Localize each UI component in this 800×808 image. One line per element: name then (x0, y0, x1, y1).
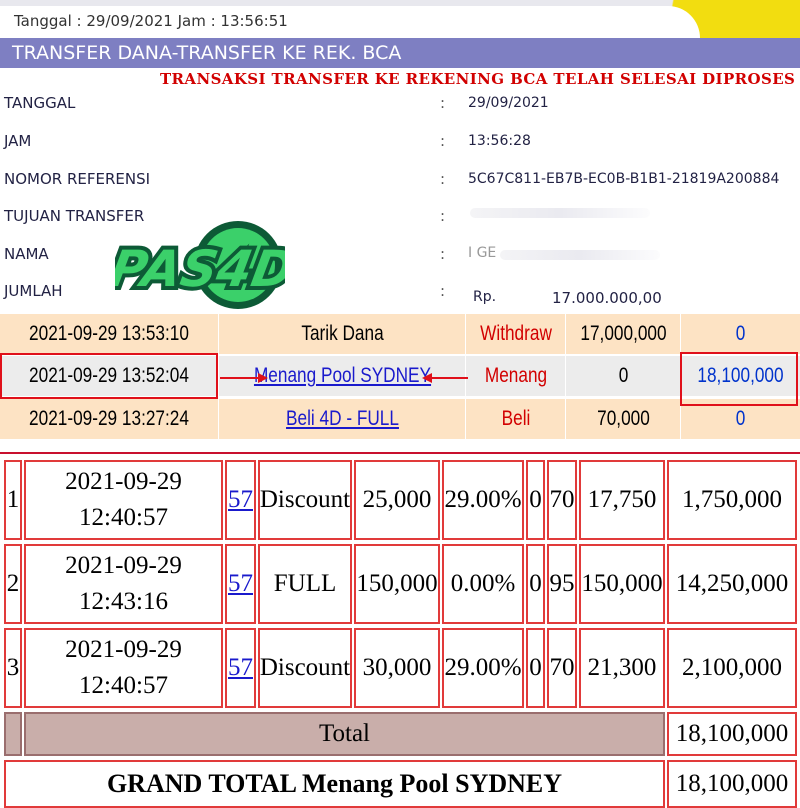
bet-no: 2 (4, 544, 22, 624)
bet-paid: 150,000 (579, 544, 665, 624)
detail-value-jam: 13:56:28 (468, 133, 531, 149)
datetime-stamp: Tanggal : 29/09/2021 Jam : 13:56:51 (14, 12, 288, 30)
cell-divider (565, 356, 566, 396)
detail-value-referensi: 5C67C811-EB7B-EC0B-B1B1-21819A200884 (468, 171, 780, 187)
transaction-credit: 0 (735, 322, 746, 345)
transaction-type: Menang (484, 364, 548, 387)
bet-no: 3 (4, 628, 22, 708)
detail-colon: : (440, 207, 446, 225)
bet-x: 0 (526, 628, 545, 708)
bet-table: 1 2021-09-29 12:40:57 57 Discount 25,000… (0, 452, 800, 808)
total-value: 18,100,000 (667, 712, 797, 756)
bet-multiplier: 70 (547, 628, 577, 708)
pas4d-logo: PAS4D PAS4D (115, 221, 285, 309)
bet-win: 1,750,000 (667, 460, 797, 540)
transaction-debit: 0 (618, 364, 629, 387)
logo-text: PAS4D (115, 239, 285, 298)
detail-colon: : (440, 170, 446, 188)
bet-type: Discount (258, 460, 352, 540)
bet-x: 0 (526, 544, 545, 624)
bet-win: 14,250,000 (667, 544, 797, 624)
bet-amount: 30,000 (354, 628, 440, 708)
detail-colon: : (440, 94, 446, 112)
cell-divider (218, 314, 219, 354)
bet-type: Discount (258, 628, 352, 708)
transaction-debit: 17,000,000 (580, 322, 667, 345)
detail-label-jumlah: JUMLAH (4, 282, 63, 300)
detail-label-nama: NAMA (4, 245, 49, 263)
cell-divider (565, 314, 566, 354)
grand-total-label: GRAND TOTAL Menang Pool SYDNEY (4, 760, 665, 808)
bet-time: 12:40:57 (79, 672, 168, 699)
total-label: Total (24, 712, 665, 756)
detail-label-tanggal: TANGGAL (4, 94, 76, 112)
bet-time: 12:43:16 (79, 588, 168, 615)
detail-colon: : (440, 282, 446, 300)
detail-value-jumlah: 17.000.000,00 (552, 289, 662, 307)
cell-divider (680, 314, 681, 354)
bet-number-link[interactable]: 57 (225, 544, 256, 624)
bet-datetime: 2021-09-29 12:43:16 (24, 544, 223, 624)
detail-value-tanggal: 29/09/2021 (468, 95, 549, 111)
top-bar: Tanggal : 29/09/2021 Jam : 13:56:51 (0, 0, 800, 38)
status-message: TRANSAKSI TRANSFER KE REKENING BCA TELAH… (160, 70, 796, 88)
bet-no: 1 (4, 460, 22, 540)
transaction-description: Tarik Dana (301, 322, 384, 345)
bet-discount: 29.00% (442, 628, 524, 708)
transaction-type: Beli (501, 407, 531, 430)
highlight-arrows (220, 373, 468, 383)
detail-colon: : (440, 245, 446, 263)
bet-number-link[interactable]: 57 (225, 460, 256, 540)
bet-type: FULL (258, 544, 352, 624)
highlight-box-credit (680, 352, 798, 406)
bet-amount: 150,000 (354, 544, 440, 624)
redacted-account (470, 208, 650, 218)
cell-divider (218, 399, 219, 439)
detail-label-referensi: NOMOR REFERENSI (4, 170, 151, 188)
bet-time: 12:40:57 (79, 504, 168, 531)
bet-paid: 17,750 (579, 460, 665, 540)
bet-discount: 29.00% (442, 460, 524, 540)
detail-colon: : (440, 132, 446, 150)
bet-date: 2021-09-29 (65, 468, 182, 495)
cell-divider (465, 314, 466, 354)
page-title-bar: TRANSFER DANA-TRANSFER KE REK. BCA (0, 38, 800, 68)
bet-number-link[interactable]: 57 (225, 628, 256, 708)
bet-win: 2,100,000 (667, 628, 797, 708)
highlight-box-datetime (0, 353, 218, 399)
detail-value-nama: I GE (468, 245, 497, 261)
transaction-debit: 70,000 (597, 407, 650, 430)
transaction-description-link[interactable]: Beli 4D - FULL (242, 399, 443, 439)
detail-label-jam: JAM (4, 132, 32, 150)
redacted-name (500, 250, 660, 260)
bet-multiplier: 95 (547, 544, 577, 624)
bet-discount: 0.00% (442, 544, 524, 624)
grand-total-value: 18,100,000 (667, 760, 797, 808)
cell-divider (465, 399, 466, 439)
bet-paid: 21,300 (579, 628, 665, 708)
transaction-row: 2021-09-29 13:53:10 Tarik Dana Withdraw … (0, 314, 800, 354)
bet-datetime: 2021-09-29 12:40:57 (24, 460, 223, 540)
detail-currency: Rp. (473, 289, 497, 305)
page-title: TRANSFER DANA-TRANSFER KE REK. BCA (12, 42, 402, 64)
bet-amount: 25,000 (354, 460, 440, 540)
cell-divider (565, 399, 566, 439)
bet-multiplier: 70 (547, 460, 577, 540)
bet-datetime: 2021-09-29 12:40:57 (24, 628, 223, 708)
transaction-datetime: 2021-09-29 13:27:24 (29, 407, 189, 430)
total-spacer (4, 712, 22, 756)
transaction-datetime: 2021-09-29 13:53:10 (29, 322, 189, 345)
bet-x: 0 (526, 460, 545, 540)
bet-date: 2021-09-29 (65, 636, 182, 663)
bet-date: 2021-09-29 (65, 552, 182, 579)
transaction-type: Withdraw (480, 322, 552, 345)
